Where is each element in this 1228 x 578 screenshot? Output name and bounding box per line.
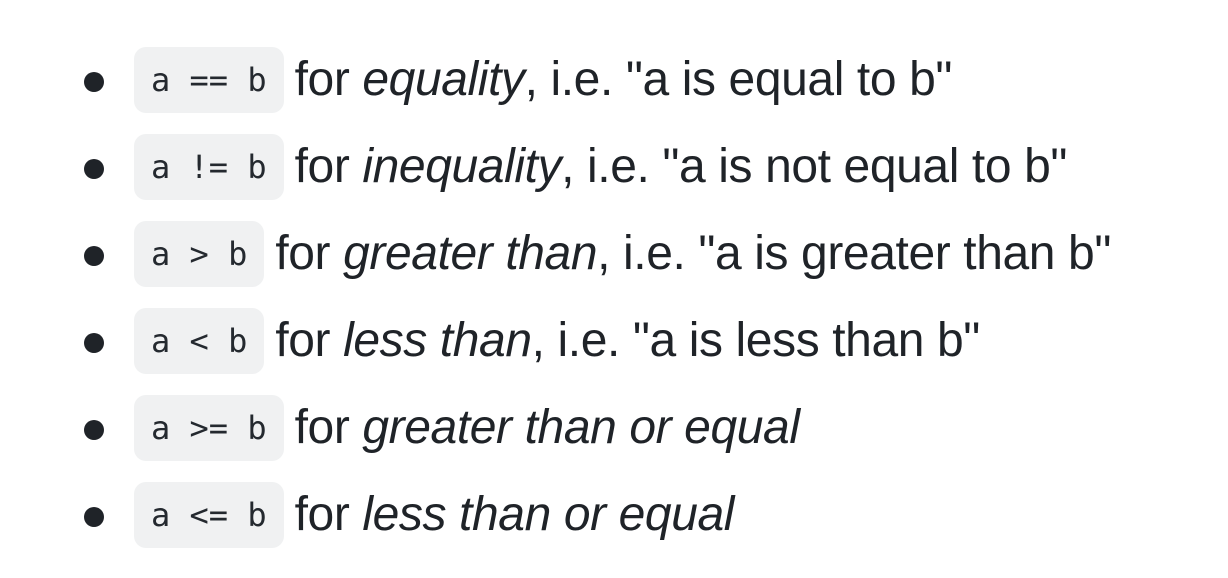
description-suffix: , i.e. "a is greater than b" [597,227,1111,280]
bullet-icon [84,158,104,179]
list-item-greater-than-or-equal: a >= b for greater than or equal [0,385,1228,472]
description-prefix: for [294,140,363,193]
inline-code-less-than: a < b [134,308,265,374]
operator-description: for equality, i.e. "a is equal to b" [294,53,953,106]
operator-term: inequality [362,140,562,193]
list-item-greater-than: a > b for greater than, i.e. "a is great… [0,211,1228,298]
list-item-line: a < b for less than, i.e. "a is less tha… [134,307,980,375]
inline-code-equality: a == b [134,47,284,113]
operator-term: greater than [343,227,598,280]
operator-description: for greater than or equal [295,404,800,452]
list-item-line: a <= b for less than or equal [134,481,734,549]
list-item-line: a == b for equality, i.e. "a is equal to… [134,46,952,114]
description-prefix: for [275,227,344,280]
operator-description: for less than, i.e. "a is less than b" [275,317,980,365]
inline-code-greater-than: a > b [134,221,265,287]
description-prefix: for [294,488,363,541]
list-item-line: a != b for inequality, i.e. "a is not eq… [134,133,1067,201]
operator-term: less than [343,314,532,367]
document-page: { "operators": [ { "code": "a == b", "pr… [0,0,1228,578]
inline-code-less-than-or-equal: a <= b [134,482,284,548]
description-prefix: for [275,314,344,367]
inline-code-inequality: a != b [134,134,284,200]
operator-description: for less than or equal [294,488,735,541]
description-suffix: , i.e. "a is not equal to b" [561,140,1068,193]
operator-description: for inequality, i.e. "a is not equal to … [294,140,1068,193]
bullet-icon [84,245,104,266]
description-prefix: for [294,53,363,106]
list-item-less-than-or-equal: a <= b for less than or equal [0,472,1228,559]
list-item-line: a >= b for greater than or equal [134,394,800,462]
list-item-equality: a == b for equality, i.e. "a is equal to… [0,37,1228,124]
comparison-operator-list: a == b for equality, i.e. "a is equal to… [0,37,1228,559]
operator-term: greater than or equal [362,401,800,454]
bullet-icon [84,419,104,440]
list-item-less-than: a < b for less than, i.e. "a is less tha… [0,298,1228,385]
inline-code-greater-than-or-equal: a >= b [134,395,284,461]
list-item-inequality: a != b for inequality, i.e. "a is not eq… [0,124,1228,211]
description-suffix: , i.e. "a is equal to b" [524,53,953,106]
description-suffix: , i.e. "a is less than b" [531,314,981,367]
bullet-icon [84,332,104,353]
description-prefix: for [294,401,363,454]
operator-description: for greater than, i.e. "a is greater tha… [275,230,1111,278]
bullet-icon [84,506,104,527]
list-item-line: a > b for greater than, i.e. "a is great… [134,220,1111,288]
bullet-icon [84,71,104,92]
operator-term: less than or equal [362,488,735,541]
operator-term: equality [362,53,525,106]
